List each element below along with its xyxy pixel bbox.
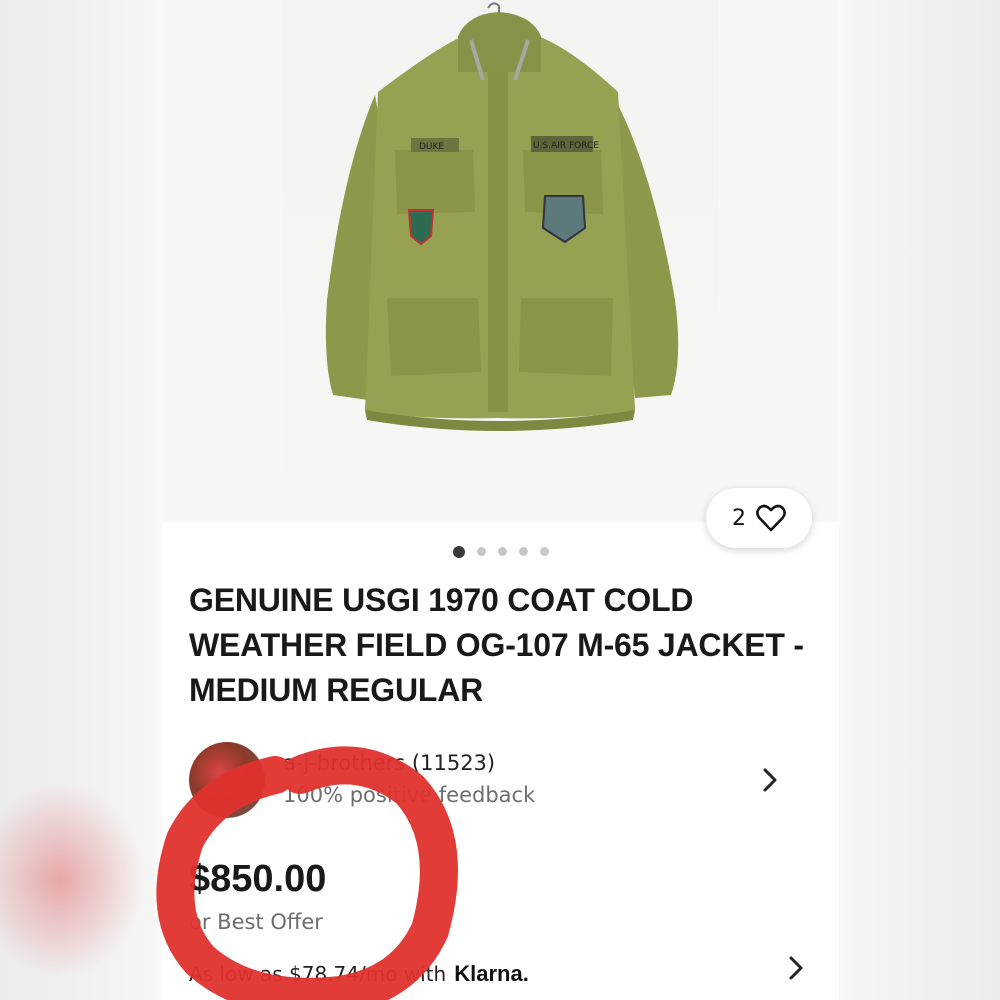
- heart-icon: [756, 504, 786, 532]
- favorite-count: 2: [732, 505, 746, 531]
- price: $850.00: [189, 858, 327, 900]
- pagination-dot[interactable]: [453, 546, 465, 558]
- seller-row[interactable]: a-j-brothers (11523) 100% positive feedb…: [189, 740, 809, 820]
- image-pagination[interactable]: [163, 546, 839, 558]
- svg-text:U.S.AIR FORCE: U.S.AIR FORCE: [533, 141, 599, 151]
- seller-name: a-j-brothers (11523): [283, 751, 496, 775]
- pagination-dot[interactable]: [477, 547, 486, 556]
- avatar: [189, 742, 265, 818]
- listing-title: GENUINE USGI 1970 COAT COLD WEATHER FIEL…: [189, 582, 804, 708]
- chevron-right-icon: [789, 956, 803, 980]
- chevron-right-icon: [763, 768, 777, 792]
- klarna-logo: Klarna.: [454, 961, 529, 986]
- listing-photo[interactable]: DUKE U.S.AIR FORCE: [283, 0, 719, 522]
- klarna-financing-row[interactable]: As low as $78.74/mo with Klarna.: [189, 956, 809, 990]
- listing-panel: DUKE U.S.AIR FORCE 2 GENUINE USGI 1970 C…: [163, 0, 839, 1000]
- photo-left-margin: [163, 0, 283, 522]
- favorite-button[interactable]: 2: [706, 488, 812, 548]
- pagination-dot[interactable]: [498, 547, 507, 556]
- financing-text: As low as $78.74/mo with: [189, 962, 447, 986]
- svg-text:DUKE: DUKE: [419, 142, 444, 152]
- pagination-dot[interactable]: [540, 547, 549, 556]
- seller-feedback: 100% positive feedback: [283, 783, 536, 807]
- pagination-dot[interactable]: [519, 547, 528, 556]
- photo-right-margin: [719, 0, 839, 522]
- jacket-image: DUKE U.S.AIR FORCE: [325, 2, 679, 431]
- best-offer-label: or Best Offer: [189, 910, 323, 934]
